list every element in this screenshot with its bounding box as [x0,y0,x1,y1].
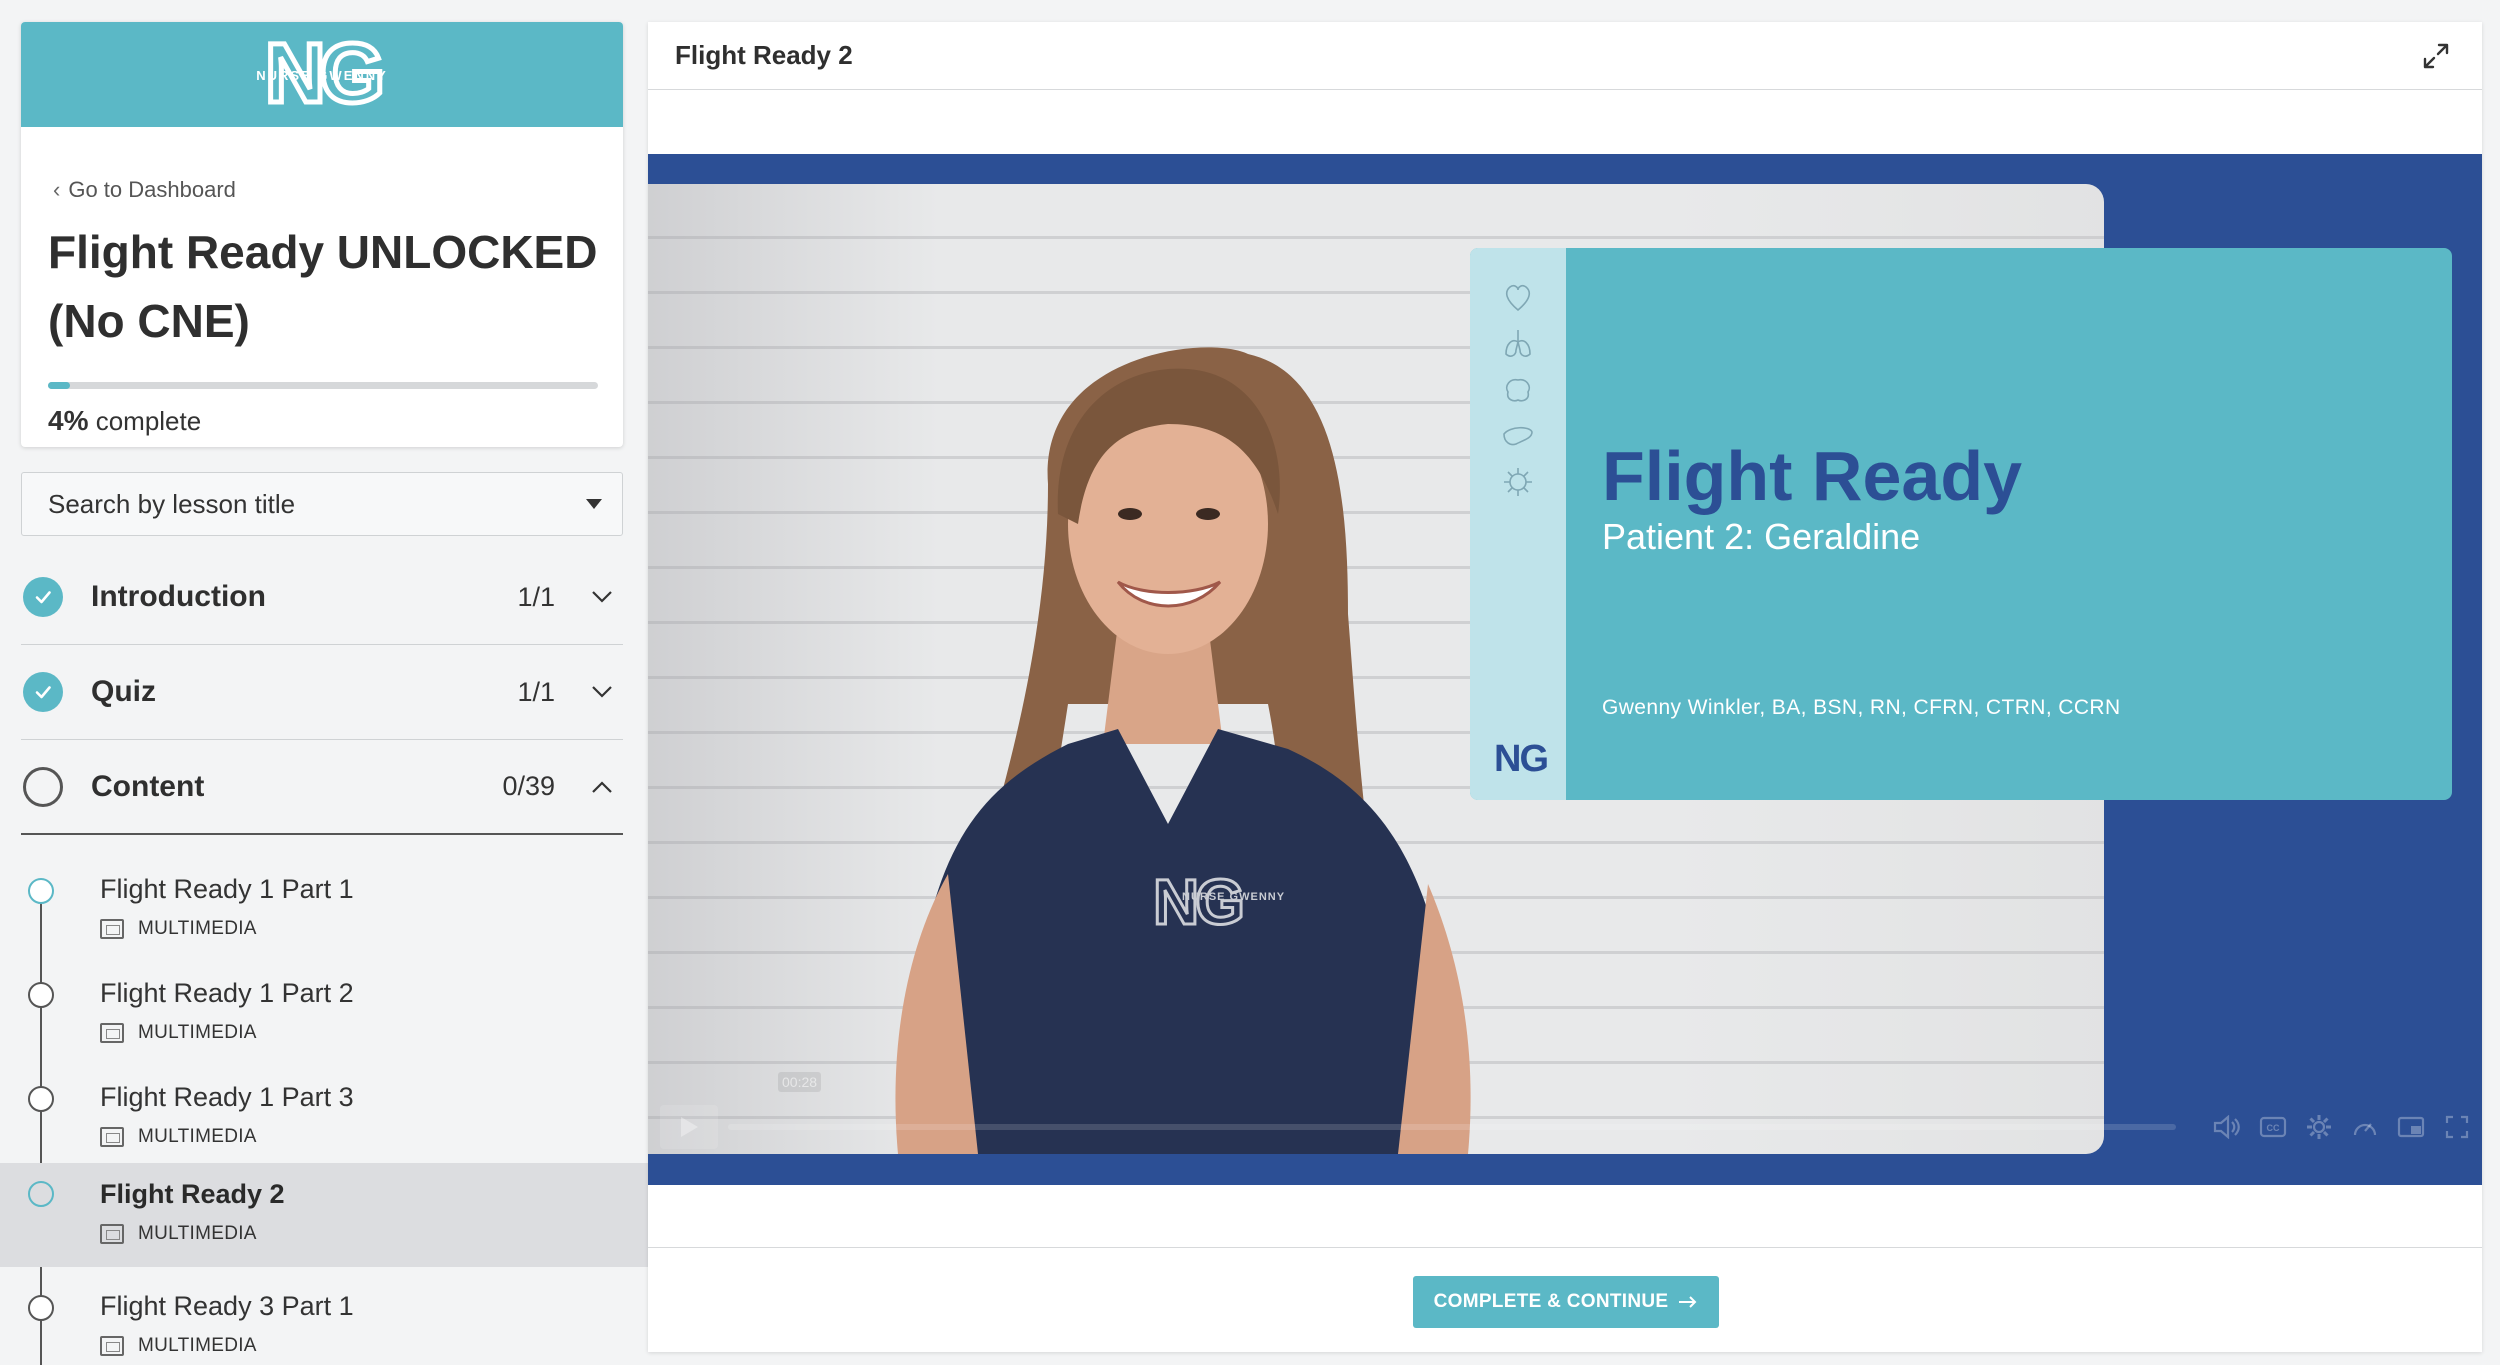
multimedia-icon [100,1224,124,1244]
chevron-down-icon[interactable] [589,584,615,610]
brain-icon [1505,378,1531,402]
lesson-item-active[interactable]: Flight Ready 2 MULTIMEDIA [0,1163,648,1267]
lesson-title: Flight Ready 2 [100,1179,285,1209]
svg-text:CC: CC [2267,1123,2280,1133]
slide-icon-strip [1470,248,1566,800]
lesson-status-icon [28,1295,54,1321]
course-progress-bar [48,382,598,389]
lungs-icon [1505,330,1531,357]
lesson-status-icon [28,982,54,1008]
multimedia-icon [100,919,124,939]
go-to-dashboard-link[interactable]: ‹ Go to Dashboard [53,177,236,203]
multimedia-icon [100,1023,124,1043]
section-count: 0/39 [502,771,555,801]
lesson-type: MULTIMEDIA [100,1335,257,1357]
playback-speed-icon[interactable] [2350,1112,2380,1142]
lesson-title: Flight Ready 1 Part 2 [100,978,354,1008]
lesson-type-label: MULTIMEDIA [138,1223,257,1244]
section-content[interactable]: Content 0/39 [21,740,623,835]
liver-icon [1503,426,1533,446]
fullscreen-icon[interactable] [2442,1112,2472,1142]
progress-percent: 4% [48,405,89,436]
complete-and-continue-button[interactable]: COMPLETE & CONTINUE [1413,1276,1719,1328]
lesson-type: MULTIMEDIA [100,918,257,940]
chevron-up-icon[interactable] [589,774,615,800]
chevron-down-icon[interactable] [589,679,615,705]
empty-circle-icon [23,766,63,807]
video-player[interactable]: NG NURSE GWENNY NG Flight Ready Patient … [648,154,2482,1185]
video-scrubber[interactable] [728,1124,2176,1130]
section-title: Introduction [91,580,266,613]
lesson-type: MULTIMEDIA [100,1223,257,1245]
course-title: Flight Ready UNLOCKED (No CNE) [48,226,598,347]
expand-icon[interactable] [2420,40,2452,72]
progress-suffix: complete [95,406,202,436]
section-quiz[interactable]: Quiz 1/1 [21,645,623,740]
lesson-status-icon [28,878,54,904]
svg-text:NURSE GWENNY: NURSE GWENNY [256,68,388,83]
check-circle-icon [23,577,63,617]
settings-gear-icon[interactable] [2304,1112,2334,1142]
lesson-title: Flight Ready 1 Part 1 [100,874,354,904]
chevron-left-icon: ‹ [53,177,61,202]
lesson-type-label: MULTIMEDIA [138,918,257,939]
brand-header: NG NURSE GWENNY [21,22,623,127]
section-count: 1/1 [517,581,555,612]
svg-text:NURSE GWENNY: NURSE GWENNY [1182,891,1285,903]
lesson-content-panel: Flight Ready 2 NG NURSE GWENNY NG Flight… [648,22,2482,1352]
caret-down-icon [586,499,602,509]
lesson-header: Flight Ready 2 [648,22,2482,90]
section-title: Content [91,769,205,803]
lesson-type-label: MULTIMEDIA [138,1335,257,1356]
lesson-status-icon [28,1086,54,1112]
video-controls: 00:28 CC [660,1072,2472,1152]
virus-icon [1504,468,1532,496]
slide-subtitle: Patient 2: Geraldine [1602,516,1921,557]
slide-author: Gwenny Winkler, BA, BSN, RN, CFRN, CTRN,… [1602,696,2121,719]
arrow-right-icon [1679,1296,1697,1308]
lesson-status-icon [28,1181,54,1207]
section-title: Quiz [91,675,156,708]
volume-icon[interactable] [2212,1112,2242,1142]
lesson-type-label: MULTIMEDIA [138,1022,257,1043]
section-introduction[interactable]: Introduction 1/1 [21,550,623,645]
lesson-type: MULTIMEDIA [100,1022,257,1044]
search-placeholder: Search by lesson title [48,488,296,519]
nurse-gwenny-logo: NG NURSE GWENNY [256,32,389,118]
lesson-title: Flight Ready 1 Part 3 [100,1082,354,1112]
heart-icon [1505,284,1531,312]
time-tooltip: 00:28 [778,1072,822,1092]
course-progress-fill [48,382,70,389]
lesson-heading: Flight Ready 2 [675,40,853,70]
lesson-item[interactable]: Flight Ready 1 Part 2 MULTIMEDIA [0,970,648,1074]
slide-title: Flight Ready [1602,437,2023,515]
lesson-item[interactable]: Flight Ready 3 Part 1 MULTIMEDIA [0,1283,648,1365]
play-button[interactable] [660,1105,718,1149]
captions-icon[interactable]: CC [2258,1112,2288,1142]
title-slide: NG Flight Ready Patient 2: Geraldine Gwe… [1470,248,2452,800]
slide-logo: NG [1494,738,1549,780]
cta-label: COMPLETE & CONTINUE [1433,1291,1669,1312]
lesson-title: Flight Ready 3 Part 1 [100,1291,354,1321]
check-circle-icon [23,672,63,712]
picture-in-picture-icon[interactable] [2396,1112,2426,1142]
course-card: NG NURSE GWENNY ‹ Go to Dashboard Flight… [21,22,623,447]
lesson-search-select[interactable]: Search by lesson title [21,472,623,536]
lesson-type-label: MULTIMEDIA [138,1126,257,1147]
lesson-footer: COMPLETE & CONTINUE [648,1247,2482,1352]
multimedia-icon [100,1336,124,1356]
multimedia-icon [100,1127,124,1147]
back-link-label: Go to Dashboard [68,177,236,202]
course-sidebar: NG NURSE GWENNY ‹ Go to Dashboard Flight… [0,0,648,1365]
lesson-type: MULTIMEDIA [100,1126,257,1148]
section-count: 1/1 [517,676,555,707]
lesson-item[interactable]: Flight Ready 1 Part 1 MULTIMEDIA [0,866,648,970]
progress-text: 4% complete [48,405,201,437]
